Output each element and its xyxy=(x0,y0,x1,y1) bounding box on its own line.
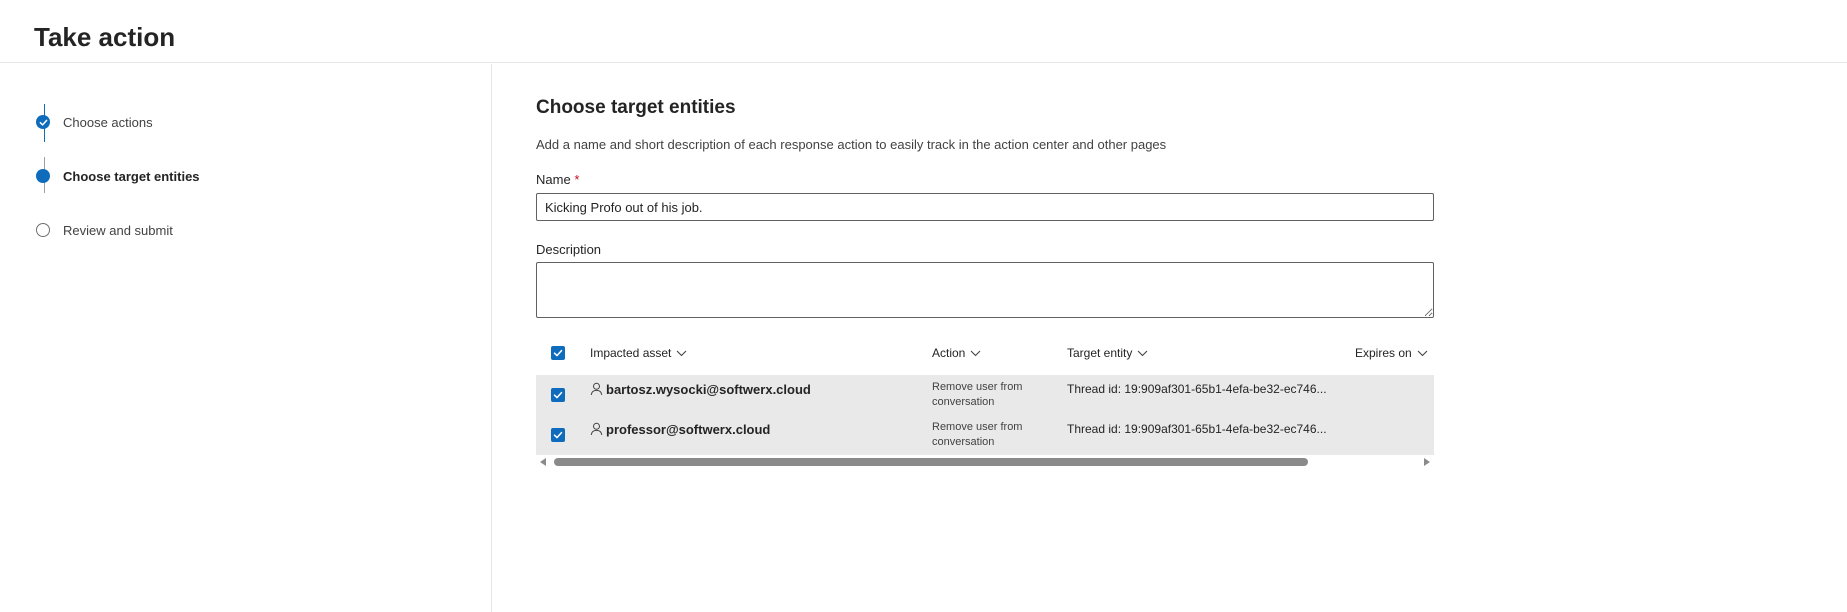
row-checkbox[interactable] xyxy=(551,388,565,402)
chevron-down-icon xyxy=(1417,350,1428,357)
pending-step-indicator-icon xyxy=(36,223,50,237)
impacted-asset-text: bartosz.wysocki@softwerx.cloud xyxy=(606,381,811,397)
section-title: Choose target entities xyxy=(536,97,736,118)
page-title: Take action xyxy=(34,22,176,52)
column-header-label: Action xyxy=(932,346,966,360)
table-row[interactable]: professor@softwerx.cloud Remove user fro… xyxy=(536,415,1434,455)
step-review-and-submit[interactable]: Review and submit xyxy=(36,220,173,240)
step-choose-target-entities[interactable]: Choose target entities xyxy=(36,166,200,186)
step-label: Choose actions xyxy=(63,114,153,130)
column-header-label: Target entity xyxy=(1067,346,1133,360)
chevron-down-icon xyxy=(676,350,687,357)
column-header-label: Impacted asset xyxy=(590,346,672,360)
section-description: Add a name and short description of each… xyxy=(536,137,1167,152)
check-icon xyxy=(553,391,563,399)
check-icon xyxy=(553,349,563,357)
table-header: Impacted asset Action Target entity Expi… xyxy=(536,334,1434,372)
select-all-checkbox[interactable] xyxy=(551,346,565,360)
target-entity-cell: Thread id: 19:909af301-65b1-4efa-be32-ec… xyxy=(1067,375,1327,403)
impacted-assets-table: Impacted asset Action Target entity Expi… xyxy=(536,334,1434,492)
scrollbar-thumb[interactable] xyxy=(554,458,1308,466)
impacted-asset-text: professor@softwerx.cloud xyxy=(606,421,771,437)
column-header-action[interactable]: Action xyxy=(932,334,981,372)
scroll-left-icon[interactable] xyxy=(540,458,546,466)
scroll-right-icon[interactable] xyxy=(1424,458,1430,466)
action-cell: Remove user from conversation xyxy=(932,380,1042,410)
person-icon xyxy=(590,422,603,436)
chevron-down-icon xyxy=(1137,350,1148,357)
check-icon xyxy=(36,115,50,129)
person-icon xyxy=(590,382,603,396)
column-header-target-entity[interactable]: Target entity xyxy=(1067,334,1148,372)
action-cell: Remove user from conversation xyxy=(932,420,1042,450)
action-text: Remove user from conversation xyxy=(932,421,1023,448)
description-input[interactable] xyxy=(536,262,1434,318)
step-choose-actions[interactable]: Choose actions xyxy=(36,112,153,132)
page-header: Take action xyxy=(0,0,1847,63)
name-label-text: Name xyxy=(536,172,571,187)
target-entity-cell: Thread id: 19:909af301-65b1-4efa-be32-ec… xyxy=(1067,415,1327,443)
check-icon xyxy=(553,431,563,439)
column-header-expires-on[interactable]: Expires on xyxy=(1355,334,1428,372)
action-text: Remove user from conversation xyxy=(932,381,1023,408)
name-label: Name * xyxy=(536,172,579,187)
target-entity-text: Thread id: 19:909af301-65b1-4efa-be32-ec… xyxy=(1067,422,1327,436)
horizontal-scrollbar[interactable] xyxy=(536,456,1434,468)
impacted-asset-cell: bartosz.wysocki@softwerx.cloud xyxy=(590,375,811,403)
step-label: Review and submit xyxy=(63,222,173,238)
impacted-asset-cell: professor@softwerx.cloud xyxy=(590,415,770,443)
name-input[interactable] xyxy=(536,193,1434,221)
current-step-indicator-icon xyxy=(36,169,50,183)
row-checkbox[interactable] xyxy=(551,428,565,442)
target-entity-text: Thread id: 19:909af301-65b1-4efa-be32-ec… xyxy=(1067,382,1327,396)
column-header-impacted-asset[interactable]: Impacted asset xyxy=(590,334,687,372)
description-label: Description xyxy=(536,242,602,257)
wizard-steps-pane: Choose actions Choose target entities Re… xyxy=(0,64,492,612)
column-header-label: Expires on xyxy=(1355,346,1412,360)
table-row[interactable]: bartosz.wysocki@softwerx.cloud Remove us… xyxy=(536,375,1434,415)
step-label: Choose target entities xyxy=(63,168,200,184)
chevron-down-icon xyxy=(970,350,981,357)
required-mark: * xyxy=(574,172,580,187)
